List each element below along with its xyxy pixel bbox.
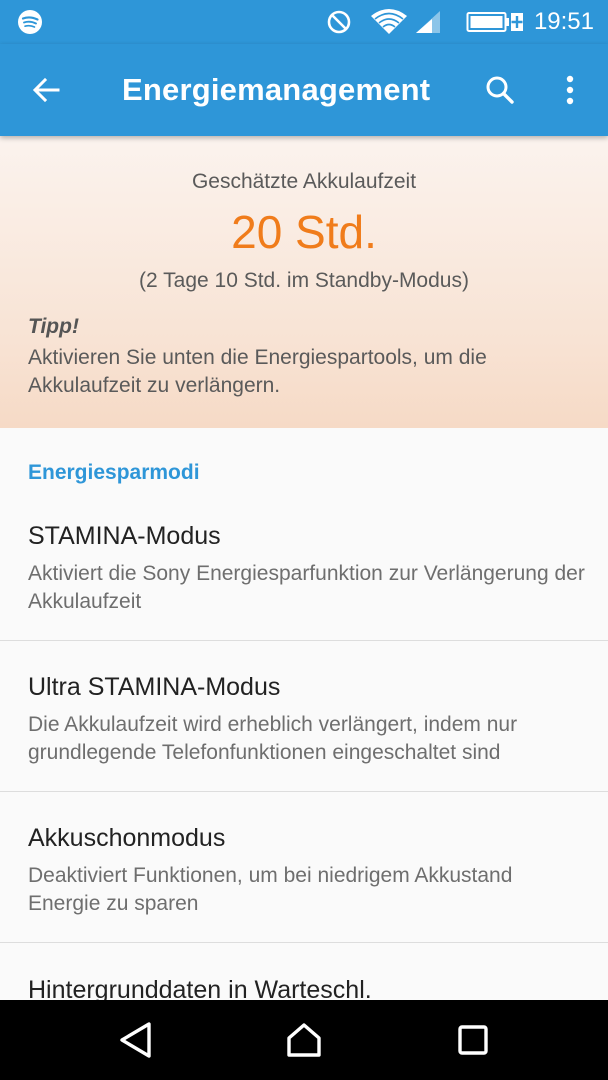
cell-signal-icon xyxy=(416,11,440,33)
divider xyxy=(0,640,608,641)
more-options-button[interactable] xyxy=(548,66,592,114)
estimate-value: 20 Std. xyxy=(231,206,377,258)
do-not-disturb-icon xyxy=(327,10,351,34)
wifi-icon xyxy=(371,9,407,34)
divider xyxy=(0,791,608,792)
tip-title: Tipp! xyxy=(28,315,79,338)
nav-recents-icon xyxy=(458,1025,488,1055)
app-bar: Energiemanagement xyxy=(0,44,608,136)
list-item-title: Akkuschonmodus xyxy=(28,824,226,852)
search-button[interactable] xyxy=(476,66,524,114)
nav-home-button[interactable] xyxy=(274,1014,334,1066)
list-item-ultra-stamina-mode[interactable]: Ultra STAMINA-Modus Die Akkulaufzeit wir… xyxy=(0,671,608,821)
battery-charging-icon xyxy=(466,12,523,32)
arrow-back-icon xyxy=(32,77,60,103)
status-bar: 19:51 xyxy=(0,0,608,44)
more-vertical-icon xyxy=(566,75,574,105)
list-item-summary: Die Akkulaufzeit wird erheblich verlänge… xyxy=(28,713,518,764)
list-item-stamina-mode[interactable]: STAMINA-Modus Aktiviert die Sony Energie… xyxy=(0,520,608,670)
nav-back-icon xyxy=(120,1022,151,1058)
page-title: Energiemanagement xyxy=(122,72,431,107)
navigation-bar xyxy=(0,1000,608,1080)
nav-recents-button[interactable] xyxy=(443,1014,503,1066)
search-icon xyxy=(486,76,514,104)
battery-estimate-card: Geschätzte Akkulaufzeit 20 Std. (2 Tage … xyxy=(0,136,608,428)
tip-text: Aktivieren Sie unten die Energiespartool… xyxy=(28,346,487,397)
nav-back-button[interactable] xyxy=(106,1014,166,1066)
estimate-label: Geschätzte Akkulaufzeit xyxy=(191,170,417,193)
divider xyxy=(0,942,608,943)
list-item-summary: Deaktiviert Funktionen, um bei niedrigem… xyxy=(28,864,513,915)
nav-home-icon xyxy=(287,1023,321,1057)
section-header-energy-saving-modes: Energiesparmodi xyxy=(28,461,200,484)
list-item-battery-care-mode[interactable]: Akkuschonmodus Deaktiviert Funktionen, u… xyxy=(0,822,608,972)
screen: 19:51 Energiemanagement Geschätzte Akkul… xyxy=(0,0,608,1080)
back-button[interactable] xyxy=(20,66,72,114)
status-time: 19:51 xyxy=(533,8,594,35)
estimate-standby: (2 Tage 10 Std. im Standby-Modus) xyxy=(139,269,469,292)
spotify-icon xyxy=(18,10,42,34)
list-item-title: Ultra STAMINA-Modus xyxy=(28,673,281,701)
list-item-summary: Aktiviert die Sony Energiesparfunktion z… xyxy=(28,562,585,613)
list-item-title: STAMINA-Modus xyxy=(28,522,221,550)
